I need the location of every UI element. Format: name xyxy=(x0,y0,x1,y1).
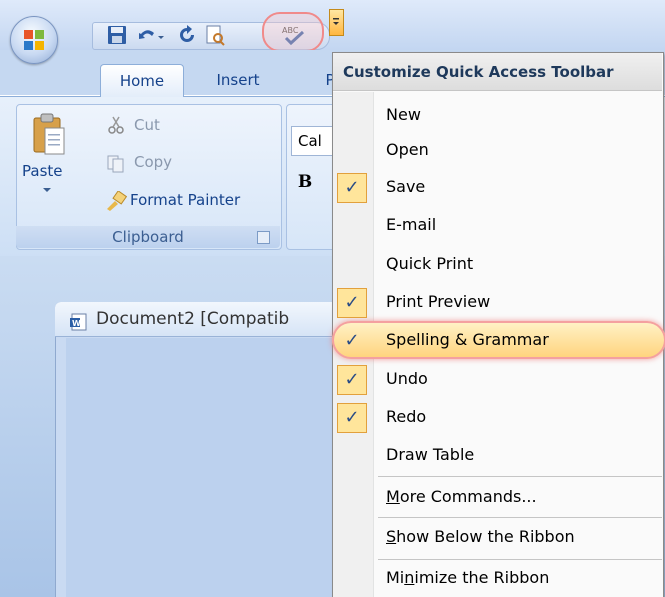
menu-item-save[interactable]: ✓ Save xyxy=(333,168,662,206)
menu-item-label: Redo xyxy=(386,407,427,426)
checkmark-icon: ✓ xyxy=(337,403,367,433)
checkmark-icon: ✓ xyxy=(337,173,367,203)
format-painter-button[interactable]: Format Painter xyxy=(130,191,240,209)
copy-icon xyxy=(107,155,124,173)
menu-item-spelling-grammar[interactable]: ✓ Spelling & Grammar xyxy=(333,321,662,359)
menu-item-label: New xyxy=(386,105,421,124)
menu-item-print-preview[interactable]: ✓ Print Preview xyxy=(333,283,662,321)
checkmark-icon: ✓ xyxy=(344,330,360,351)
menu-item-redo[interactable]: ✓ Redo xyxy=(333,398,662,436)
menu-item-label: Quick Print xyxy=(386,254,474,273)
menu-item-label: Minimize the Ribbon xyxy=(386,568,550,587)
menu-item-email[interactable]: E-mail xyxy=(333,206,662,244)
redo-icon[interactable] xyxy=(176,24,198,46)
copy-button[interactable]: Copy xyxy=(134,153,172,171)
paste-dropdown-icon xyxy=(43,188,51,192)
menu-item-label: E-mail xyxy=(386,215,437,234)
checkmark-icon: ✓ xyxy=(337,288,367,318)
clipboard-dialog-launcher[interactable] xyxy=(257,231,270,244)
chevron-down-icon xyxy=(333,18,339,25)
menu-item-label: Show Below the Ribbon xyxy=(386,527,575,546)
tab-insert[interactable]: Insert xyxy=(198,64,278,96)
menu-item-label: Save xyxy=(386,177,426,196)
bold-button[interactable]: B xyxy=(291,168,319,196)
tab-home[interactable]: Home xyxy=(100,64,184,97)
document-body xyxy=(66,338,355,597)
print-preview-icon[interactable] xyxy=(204,24,226,46)
menu-header: Customize Quick Access Toolbar xyxy=(333,53,662,91)
office-logo-icon xyxy=(24,30,44,50)
menu-item-open[interactable]: Open xyxy=(333,131,662,169)
word-2007-window: ABC Home Insert P Paste Cut Copy Format … xyxy=(0,0,665,597)
spelling-button-highlight-ring xyxy=(262,12,324,52)
menu-item-show-below-ribbon[interactable]: Show Below the Ribbon xyxy=(333,518,662,556)
menu-item-label: Open xyxy=(386,140,429,159)
menu-item-label: Draw Table xyxy=(386,445,475,464)
document-title: Document2 [Compatib xyxy=(96,309,290,329)
menu-item-quick-print[interactable]: Quick Print xyxy=(333,245,662,283)
undo-icon[interactable] xyxy=(136,24,158,46)
menu-item-label: More Commands... xyxy=(386,487,537,506)
menu-item-label: Undo xyxy=(386,369,428,388)
customize-qat-dropdown-button[interactable] xyxy=(329,9,344,36)
undo-dropdown-icon[interactable] xyxy=(156,24,166,46)
menu-item-undo[interactable]: ✓ Undo xyxy=(333,360,662,398)
paste-button[interactable]: Paste xyxy=(22,110,74,210)
menu-item-label: Print Preview xyxy=(386,292,491,311)
checkmark-icon: ✓ xyxy=(337,365,367,395)
office-button[interactable] xyxy=(10,16,58,64)
menu-item-more-commands[interactable]: More Commands... xyxy=(333,478,662,516)
clipboard-group-label: Clipboard xyxy=(16,226,280,248)
menu-item-new[interactable]: New xyxy=(333,96,662,134)
format-painter-icon xyxy=(107,191,127,211)
cut-button[interactable]: Cut xyxy=(134,116,160,134)
cut-icon xyxy=(108,116,124,134)
save-icon[interactable] xyxy=(106,24,128,46)
menu-item-label: Spelling & Grammar xyxy=(386,330,549,349)
menu-item-draw-table[interactable]: Draw Table xyxy=(333,436,662,474)
paste-icon xyxy=(33,113,65,155)
word-document-icon: W xyxy=(70,313,87,331)
svg-text:W: W xyxy=(72,319,81,328)
menu-separator xyxy=(378,476,662,477)
paste-label: Paste xyxy=(22,162,63,180)
menu-item-minimize-ribbon[interactable]: Minimize the Ribbon xyxy=(333,559,662,597)
